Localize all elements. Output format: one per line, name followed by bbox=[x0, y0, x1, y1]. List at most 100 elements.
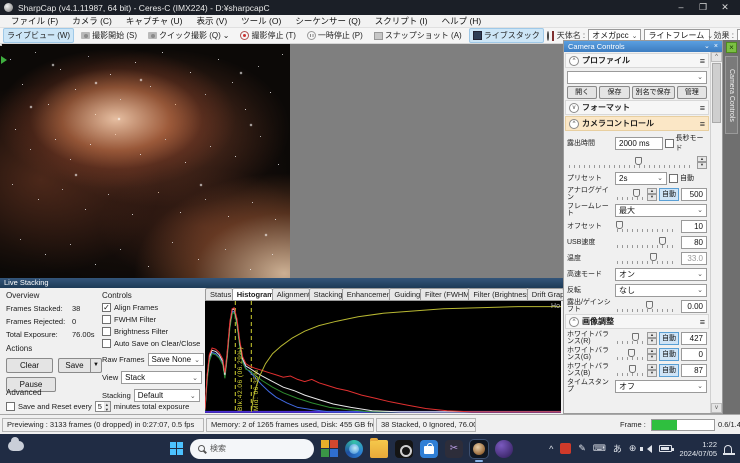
start-button[interactable] bbox=[170, 442, 183, 455]
raw-frames-select[interactable]: Save None ⌄ bbox=[148, 353, 204, 366]
stacking-select[interactable]: Default ⌄ bbox=[134, 389, 200, 402]
brightness-filter-checkbox[interactable] bbox=[102, 327, 111, 336]
tab-enhancement[interactable]: Enhancement bbox=[342, 288, 391, 300]
profile-save-button[interactable]: 保存 bbox=[599, 86, 629, 99]
close-panel-button[interactable]: × bbox=[714, 41, 718, 52]
camera-controls-section-header[interactable]: ^ カメラコントロール ≡ bbox=[565, 116, 709, 131]
exposure-slider[interactable] bbox=[567, 156, 695, 169]
tab-drift-graph[interactable]: Drift Grap bbox=[527, 288, 564, 300]
gain-spinner[interactable]: ▲▼ bbox=[647, 188, 657, 201]
wb-g-spinner[interactable]: ▲▼ bbox=[647, 348, 657, 361]
quick-capture-button[interactable]: クイック撮影 (Q) ⌄ bbox=[144, 28, 233, 43]
camera-app-icon[interactable] bbox=[395, 440, 413, 458]
menu-icon[interactable]: ≡ bbox=[700, 103, 705, 113]
ime-indicator[interactable]: あ bbox=[613, 442, 622, 455]
wb-g-auto-button[interactable]: 自動 bbox=[659, 348, 679, 361]
taskbar-search[interactable]: 検索 bbox=[190, 439, 314, 459]
fast-mode-select[interactable]: オン ⌄ bbox=[615, 268, 707, 281]
close-button[interactable]: ✕ bbox=[714, 0, 736, 15]
wb-b-auto-button[interactable]: 自動 bbox=[659, 364, 679, 377]
wb-b-slider[interactable] bbox=[615, 364, 645, 377]
offset-value[interactable]: 10 bbox=[681, 220, 707, 233]
dock-close-button[interactable]: × bbox=[726, 42, 737, 53]
battery-icon[interactable] bbox=[659, 445, 672, 452]
save-dropdown-button[interactable]: ▼ bbox=[90, 358, 102, 373]
live-stack-button[interactable]: ライブスタック bbox=[469, 28, 544, 43]
menu-sequencer[interactable]: シーケンサー (Q) bbox=[288, 15, 367, 28]
profile-section-header[interactable]: ^ プロファイル ≡ bbox=[565, 53, 709, 68]
offset-slider[interactable] bbox=[615, 220, 679, 233]
wb-r-slider[interactable] bbox=[615, 332, 645, 345]
microsoft-store-icon[interactable] bbox=[420, 440, 438, 458]
touch-keyboard-icon[interactable]: ⌨ bbox=[593, 443, 606, 454]
wb-r-spinner[interactable]: ▲▼ bbox=[647, 332, 657, 345]
menu-scripting[interactable]: スクリプト (I) bbox=[368, 15, 435, 28]
pause-button[interactable]: 一時停止 (P) bbox=[303, 28, 367, 43]
save-button[interactable]: Save bbox=[58, 358, 90, 373]
dark-frame-icon[interactable] bbox=[547, 31, 549, 41]
pen-icon[interactable]: ✎ bbox=[578, 443, 586, 454]
view-select[interactable]: Stack ⌄ bbox=[121, 371, 202, 384]
tab-histogram[interactable]: Histogram bbox=[232, 288, 273, 300]
menu-capture[interactable]: キャプチャ (U) bbox=[119, 15, 190, 28]
image-adjust-section-header[interactable]: ^ 画像調整 ≡ bbox=[565, 314, 709, 329]
edge-browser-icon[interactable] bbox=[345, 440, 363, 458]
scroll-up-icon[interactable]: ^ bbox=[711, 52, 722, 62]
scroll-down-icon[interactable]: v bbox=[711, 403, 722, 413]
framerate-select[interactable]: 最大 ⌄ bbox=[615, 204, 707, 217]
wb-b-value[interactable]: 87 bbox=[681, 364, 707, 377]
menu-file[interactable]: ファイル (F) bbox=[4, 15, 65, 28]
bad-pixel-map-icon[interactable] bbox=[552, 31, 554, 41]
snipping-tool-icon[interactable]: ✂ bbox=[445, 440, 463, 458]
gain-shift-slider[interactable] bbox=[615, 300, 679, 313]
gain-shift-value[interactable]: 0.00 bbox=[681, 300, 707, 313]
gain-value[interactable]: 500 bbox=[681, 188, 707, 201]
tab-guiding[interactable]: Guiding bbox=[389, 288, 421, 300]
wb-r-value[interactable]: 427 bbox=[681, 332, 707, 345]
tray-expand-icon[interactable]: ^ bbox=[549, 444, 553, 454]
wb-b-spinner[interactable]: ▲▼ bbox=[647, 364, 657, 377]
exposure-auto-checkbox[interactable] bbox=[669, 174, 678, 183]
minimize-button[interactable]: – bbox=[670, 0, 692, 15]
notification-bell-icon[interactable] bbox=[724, 445, 732, 453]
format-section-header[interactable]: v フォーマット ≡ bbox=[565, 100, 709, 115]
weather-icon[interactable] bbox=[8, 441, 24, 451]
menu-help[interactable]: ヘルプ (H) bbox=[435, 15, 489, 28]
wb-g-slider[interactable] bbox=[615, 348, 645, 361]
antivirus-icon[interactable] bbox=[560, 443, 571, 454]
restore-button[interactable]: ❐ bbox=[692, 0, 714, 15]
file-explorer-icon[interactable] bbox=[370, 440, 388, 458]
sharpcap-taskbar-icon[interactable] bbox=[470, 440, 488, 458]
fwhm-filter-checkbox[interactable] bbox=[102, 315, 111, 324]
wb-r-auto-button[interactable]: 自動 bbox=[659, 332, 679, 345]
profile-manage-button[interactable]: 管理 bbox=[677, 86, 707, 99]
tab-alignment[interactable]: Alignment bbox=[272, 288, 310, 300]
menu-tools[interactable]: ツール (O) bbox=[234, 15, 288, 28]
live-view-button[interactable]: ライブビュー (W) bbox=[3, 28, 74, 43]
menu-view[interactable]: 表示 (V) bbox=[189, 15, 234, 28]
widgets-icon[interactable] bbox=[321, 440, 338, 457]
gain-auto-button[interactable]: 自動 bbox=[659, 188, 679, 201]
purple-app-icon[interactable] bbox=[495, 440, 513, 458]
exposure-spinner[interactable]: ▲▼ bbox=[697, 156, 707, 169]
tab-filter-fwhm[interactable]: Filter (FWHM) bbox=[420, 288, 469, 300]
long-exposure-checkbox[interactable] bbox=[665, 139, 674, 148]
clear-button[interactable]: Clear bbox=[6, 358, 53, 373]
flip-select[interactable]: なし ⌄ bbox=[615, 284, 707, 297]
profile-select[interactable]: ⌄ bbox=[567, 71, 707, 84]
wb-g-value[interactable]: 0 bbox=[681, 348, 707, 361]
tab-stacking[interactable]: Stacking bbox=[309, 288, 343, 300]
exposure-input[interactable]: 2000 ms bbox=[615, 137, 663, 150]
volume-icon[interactable] bbox=[643, 445, 652, 453]
start-capture-button[interactable]: 撮影開始 (S) bbox=[77, 28, 141, 43]
usb-speed-value[interactable]: 80 bbox=[681, 236, 707, 249]
panel-scrollbar[interactable]: ^ v bbox=[710, 52, 722, 413]
timestamp-select[interactable]: オフ ⌄ bbox=[615, 380, 707, 393]
preset-select[interactable]: 2s ⌄ bbox=[615, 172, 667, 185]
live-image-view[interactable] bbox=[0, 44, 290, 278]
align-frames-checkbox[interactable]: ✓ bbox=[102, 303, 111, 312]
tab-status[interactable]: Status bbox=[205, 288, 233, 300]
profile-open-button[interactable]: 開く bbox=[567, 86, 597, 99]
profile-save-as-button[interactable]: 別名で保存 bbox=[632, 86, 675, 99]
scrollbar-thumb[interactable] bbox=[712, 63, 721, 123]
